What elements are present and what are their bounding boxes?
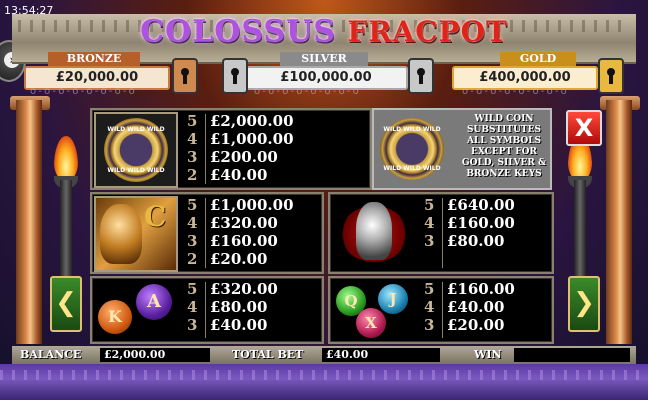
silver-label: SILVER: [280, 52, 368, 66]
total-bet-label: TOTAL BET: [232, 348, 304, 361]
ka-counts: 543: [187, 280, 198, 334]
gladiator-prizes: £1,000.00 £320.00 £160.00 £20.00: [210, 196, 294, 268]
wild-prizes: £2,000.00 £1,000.00 £200.00 £40.00: [210, 112, 294, 184]
ring-decoration: o-o-o-o-o-o-o-o: [462, 86, 569, 97]
flame-icon: [54, 136, 78, 180]
qjx-prizes: £160.00 £40.00 £20.00: [447, 280, 515, 334]
gladiator-counts: 5432: [187, 196, 198, 268]
j-gem-icon: J: [378, 284, 408, 314]
wild-info-box: WILD WILD WILD WILD WILD WILD WILD COIN SU…: [372, 108, 552, 190]
wild-symbol: WILD WILD WILD WILD WILD WILD: [94, 112, 178, 188]
helmet-counts: 543: [424, 196, 435, 250]
total-bet-value: £40.00: [322, 348, 440, 362]
ring-decoration: o-o-o-o-o-o-o-o: [254, 86, 361, 97]
left-torch: [52, 136, 80, 286]
next-page-button[interactable]: ❯: [568, 276, 600, 332]
close-button[interactable]: X: [566, 110, 602, 146]
wild-description: WILD COIN SUBSTITUTES ALL SYMBOLS EXCEPT FO…: [461, 114, 547, 179]
a-gem-icon: A: [136, 284, 172, 320]
k-gem-icon: K: [98, 300, 132, 334]
paytable-row-ka: K A 543 £320.00 £80.00 £40.00: [90, 276, 324, 344]
floor-decoration: [0, 364, 648, 400]
paytable-row-helmet: 543 £640.00 £160.00 £80.00: [328, 192, 554, 274]
x-gem-icon: X: [356, 308, 386, 338]
gladiator-symbol: C: [94, 196, 178, 272]
right-torch: [566, 136, 594, 286]
right-column: [606, 100, 632, 344]
paytable-row-gladiator: C 5432 £1,000.00 £320.00 £160.00 £20.00: [90, 192, 324, 274]
logo-colossus: COLOSSUS: [140, 14, 336, 49]
silver-keyhole-right-icon: [408, 58, 434, 94]
game-logo: COLOSSUS FRACPOT: [0, 14, 648, 49]
ka-gem-symbol: K A: [96, 280, 176, 338]
wild-coin-icon: WILD WILD WILD WILD WILD WILD: [380, 118, 444, 180]
letter-c: C: [144, 200, 167, 233]
helmet-symbol: [334, 196, 414, 268]
qjx-counts: 543: [424, 280, 435, 334]
logo-fracpot: FRACPOT: [347, 15, 508, 48]
qjx-gem-symbol: Q J X: [334, 280, 414, 338]
balance-label: BALANCE: [20, 348, 82, 361]
prev-page-button[interactable]: ❮: [50, 276, 82, 332]
bronze-keyhole-icon: [172, 58, 198, 94]
bronze-label: BRONZE: [48, 52, 140, 66]
wild-coin-icon: WILD WILD WILD WILD WILD WILD: [104, 118, 168, 182]
paytable-row-qjx: Q J X 543 £160.00 £40.00 £20.00: [328, 276, 554, 344]
paytable-row-wild: WILD WILD WILD WILD WILD WILD 5432 £2,000…: [90, 108, 372, 190]
balance-value: £2,000.00: [100, 348, 210, 362]
helmet-icon: [356, 202, 392, 260]
gold-label: GOLD: [500, 52, 576, 66]
helmet-prizes: £640.00 £160.00 £80.00: [447, 196, 515, 250]
wild-counts: 5432: [187, 112, 198, 184]
win-value: [514, 348, 630, 362]
gladiator-icon: [100, 204, 142, 264]
silver-keyhole-left-icon: [222, 58, 248, 94]
ka-prizes: £320.00 £80.00 £40.00: [210, 280, 278, 334]
left-column: [16, 100, 42, 344]
ring-decoration: o-o-o-o-o-o-o-o: [30, 86, 137, 97]
win-label: WIN: [474, 348, 502, 361]
